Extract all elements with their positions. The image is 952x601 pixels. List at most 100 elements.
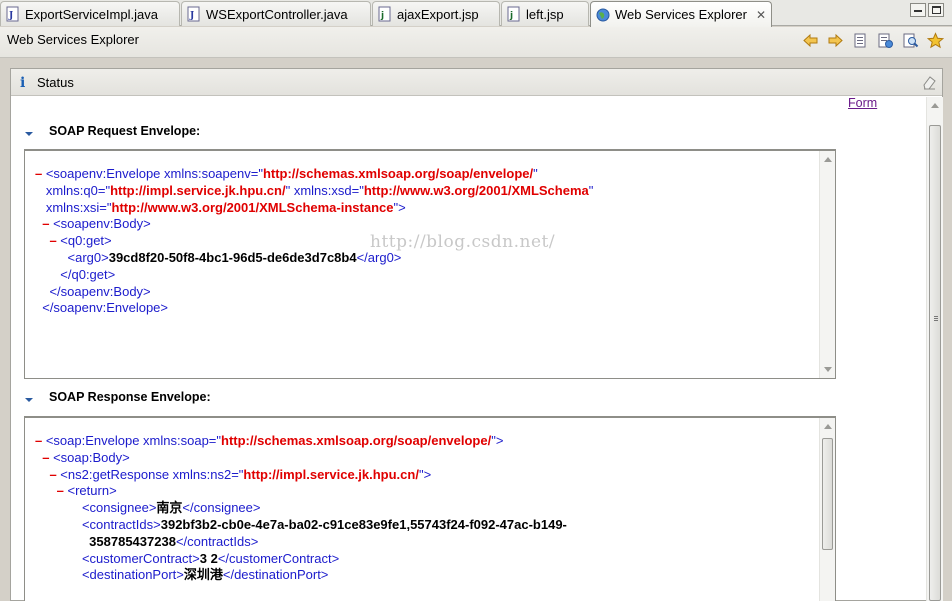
forward-arrow-icon[interactable]: [827, 32, 844, 49]
collapse-toggle[interactable]: –: [35, 216, 53, 231]
favorites-star-icon[interactable]: [927, 32, 944, 49]
request-scrollbar[interactable]: [819, 151, 835, 378]
xml-line: – <soapenv:Envelope xmlns:soapenv="http:…: [35, 166, 819, 183]
collapse-toggle[interactable]: –: [35, 233, 60, 248]
xml-token: <q0:get>: [60, 233, 112, 249]
xml-token: xmlns:q0=": [35, 182, 111, 198]
jsp-file-icon: j: [378, 6, 391, 22]
xml-token: http://www.w3.org/2001/XMLSchema: [363, 182, 589, 198]
xml-line: <customerContract>3 2</customerContract>: [35, 551, 819, 568]
wsdl-page-icon[interactable]: [852, 32, 869, 49]
xml-token: <return>: [67, 483, 117, 499]
explorer-title-bar: Web Services Explorer: [0, 27, 952, 58]
tab-wsexportcontroller[interactable]: J WSExportController.java: [181, 1, 371, 26]
xml-token: </arg0>: [356, 249, 402, 265]
watermark: http://blog.csdn.net/: [370, 232, 556, 252]
xml-token: 358785437238: [35, 533, 176, 549]
collapse-toggle[interactable]: –: [35, 450, 53, 465]
tab-exportserviceimpl[interactable]: J ExportServiceImpl.java: [0, 1, 180, 26]
response-envelope-box[interactable]: – <soap:Envelope xmlns:soap="http://sche…: [24, 416, 836, 601]
xml-token: </q0:get>: [35, 266, 116, 282]
xml-token: " xmlns:xsd=": [285, 182, 364, 198]
response-xml: – <soap:Envelope xmlns:soap="http://sche…: [25, 418, 819, 601]
request-xml: – <soapenv:Envelope xmlns:soapenv="http:…: [25, 151, 819, 378]
xml-token: </destinationPort>: [222, 567, 329, 583]
xml-token: </soapenv:Body>: [35, 283, 151, 299]
scroll-thumb[interactable]: [822, 438, 833, 550]
request-envelope-box[interactable]: – <soapenv:Envelope xmlns:soapenv="http:…: [24, 149, 836, 379]
tab-left-jsp[interactable]: j left.jsp: [501, 1, 589, 26]
status-label: Status: [37, 75, 74, 90]
xml-line: – <soap:Envelope xmlns:soap="http://sche…: [35, 433, 819, 450]
xml-token: <consignee>: [35, 500, 157, 516]
xml-line: – <ns2:getResponse xmlns:ns2="http://imp…: [35, 467, 819, 484]
collapse-toggle[interactable]: –: [35, 467, 60, 482]
globe-icon: [596, 8, 610, 21]
jsp-file-icon: j: [507, 6, 520, 22]
xml-line: <arg0>39cd8f20-50f8-4bc1-96d5-de6de3d7c8…: [35, 250, 819, 267]
tab-web-services-explorer[interactable]: Web Services Explorer ✕: [590, 1, 772, 27]
xml-token: <soap:Body>: [53, 449, 130, 465]
collapse-toggle[interactable]: –: [35, 166, 46, 181]
xml-token: </customerContract>: [217, 550, 340, 566]
back-arrow-icon[interactable]: [802, 32, 819, 49]
status-header: i Status: [11, 69, 942, 96]
xml-token: 39cd8f20-50f8-4bc1-96d5-de6de3d7c8b4: [108, 249, 357, 265]
xml-token: http://schemas.xmlsoap.org/soap/envelope…: [221, 433, 492, 448]
tab-label: ajaxExport.jsp: [397, 6, 479, 22]
editor-tab-bar: J ExportServiceImpl.java J WSExportContr…: [0, 0, 952, 27]
xml-token: http://impl.service.jk.hpu.cn/: [243, 466, 419, 482]
xml-token: </consignee>: [182, 500, 261, 516]
uddi-page-icon[interactable]: [877, 32, 894, 49]
collapse-toggle[interactable]: –: [35, 483, 68, 498]
xml-line: </soapenv:Envelope>: [35, 300, 819, 317]
tab-ajaxexport[interactable]: j ajaxExport.jsp: [372, 1, 500, 26]
xml-line: xmlns:q0="http://impl.service.jk.hpu.cn/…: [35, 183, 819, 200]
collapse-toggle[interactable]: –: [35, 433, 46, 448]
request-section-header[interactable]: SOAP Request Envelope:: [24, 124, 200, 138]
scroll-down-icon[interactable]: [824, 367, 832, 372]
xml-line: </q0:get>: [35, 267, 819, 284]
xml-line: <contractIds>392bf3b2-cb0e-4e7a-ba02-c91…: [35, 517, 819, 534]
collapse-twisty-icon[interactable]: [24, 392, 34, 402]
xml-token: xmlns:xsi=": [35, 199, 112, 215]
maximize-button[interactable]: [928, 3, 944, 17]
tab-label: Web Services Explorer: [615, 7, 747, 22]
xml-token: <destinationPort>: [35, 567, 184, 583]
response-title: SOAP Response Envelope:: [49, 390, 211, 404]
collapse-twisty-icon[interactable]: [24, 126, 34, 136]
xml-token: http://www.w3.org/2001/XMLSchema-instanc…: [111, 199, 394, 215]
scroll-up-icon[interactable]: [824, 157, 832, 162]
xml-token: http://schemas.xmlsoap.org/soap/envelope…: [262, 166, 534, 181]
xml-token: ">: [491, 433, 504, 448]
xml-line: <destinationPort>深圳港</destinationPort>: [35, 567, 819, 584]
xml-token: </contractIds>: [175, 533, 259, 549]
xml-token: 南京: [156, 500, 183, 516]
response-section-header[interactable]: SOAP Response Envelope:: [24, 390, 211, 404]
svg-text:j: j: [380, 11, 384, 21]
xml-token: ": [588, 182, 594, 198]
scroll-up-icon[interactable]: [931, 103, 939, 108]
scroll-thumb[interactable]: [929, 125, 941, 601]
clear-eraser-icon[interactable]: [921, 74, 937, 90]
info-icon: i: [20, 75, 26, 91]
xml-token: <customerContract>: [35, 550, 200, 566]
xml-token: 392bf3b2-cb0e-4e7a-ba02-c91ce83e9fe1,557…: [160, 516, 567, 532]
scroll-up-icon[interactable]: [824, 424, 832, 429]
search-page-icon[interactable]: [902, 32, 919, 49]
java-file-icon: J: [6, 6, 19, 22]
explorer-title: Web Services Explorer: [7, 32, 139, 47]
xml-token: 深圳港: [183, 567, 223, 583]
xml-token: <soapenv:Envelope xmlns:soapenv=": [45, 166, 263, 181]
minimize-button[interactable]: [910, 3, 926, 17]
response-scrollbar[interactable]: [819, 418, 835, 601]
xml-token: </soapenv:Envelope>: [35, 300, 168, 316]
xml-token: ">: [418, 466, 432, 482]
svg-text:J: J: [8, 11, 13, 21]
form-link[interactable]: Form: [848, 96, 877, 110]
request-title: SOAP Request Envelope:: [49, 124, 201, 138]
close-tab-icon[interactable]: ✕: [756, 8, 766, 22]
svg-text:j: j: [509, 11, 513, 21]
status-scrollbar[interactable]: [926, 97, 943, 601]
tab-label: ExportServiceImpl.java: [25, 6, 158, 22]
